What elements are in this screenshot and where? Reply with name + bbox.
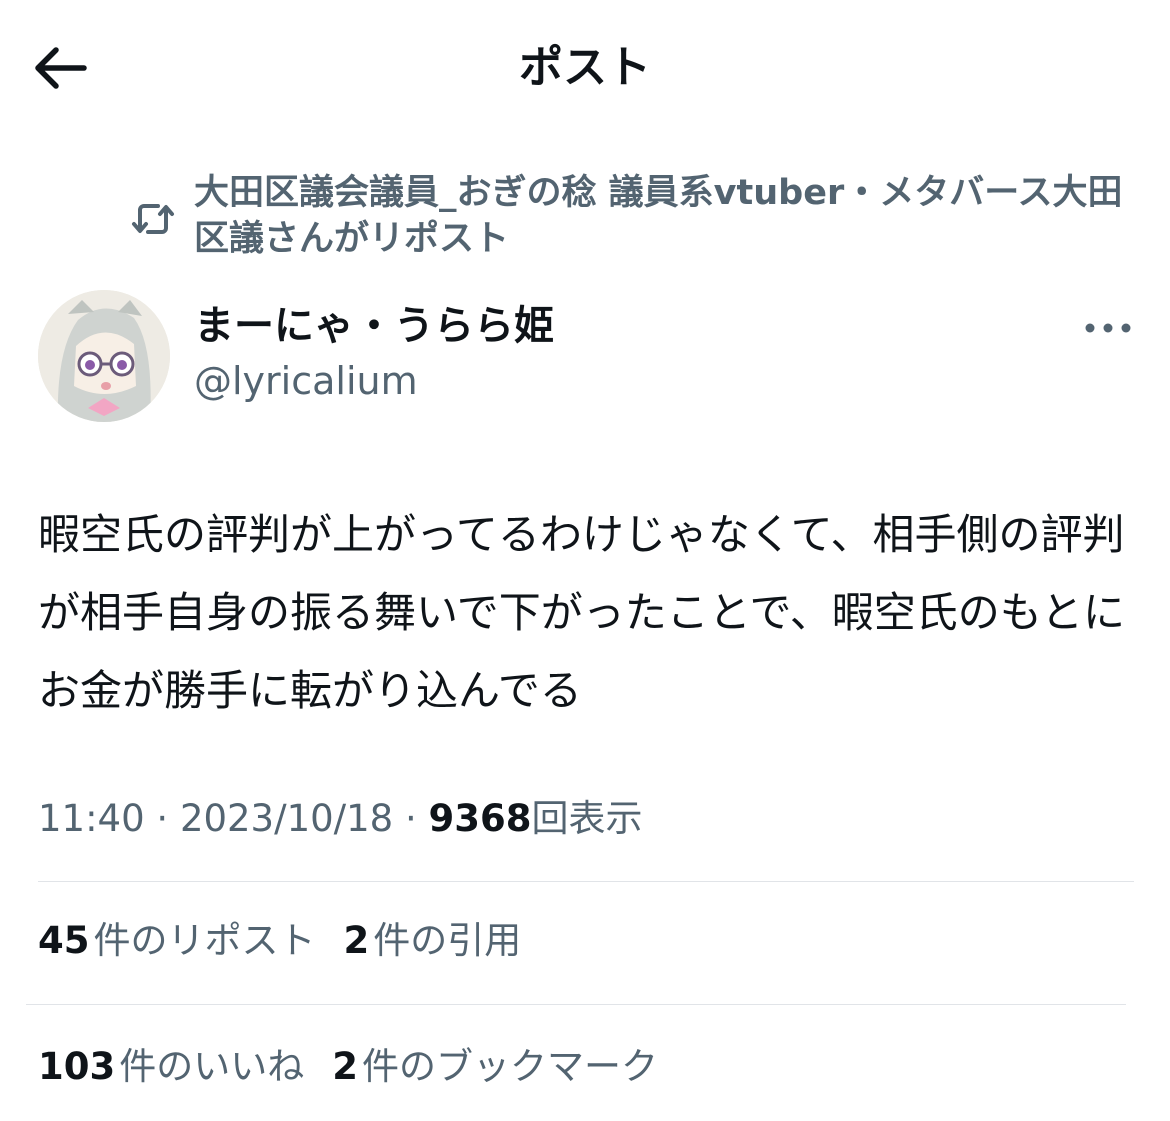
quotes-count: 2	[343, 919, 370, 962]
author-handle[interactable]: @lyricalium	[194, 356, 418, 406]
post-time[interactable]: 11:40	[38, 797, 145, 840]
reposts-count: 45	[38, 919, 90, 962]
likes-stat[interactable]: 103 件のいいね	[38, 1042, 304, 1092]
meta-separator: ·	[156, 797, 169, 840]
meta-separator: ·	[404, 797, 417, 840]
avatar[interactable]	[38, 290, 170, 422]
view-count: 9368	[428, 797, 532, 840]
bookmarks-count: 2	[332, 1045, 358, 1088]
quotes-label: 件の引用	[373, 919, 522, 962]
more-options-button[interactable]	[1080, 310, 1136, 346]
repost-icon	[132, 204, 174, 234]
top-bar: ポスト	[0, 0, 1170, 130]
divider	[26, 1004, 1126, 1005]
view-count-label: 回表示	[531, 797, 643, 840]
avatar-illustration	[38, 290, 170, 422]
likes-label: 件のいいね	[119, 1045, 305, 1088]
reposts-label: 件のリポスト	[93, 919, 316, 962]
bookmarks-stat[interactable]: 2 件のブックマーク	[332, 1042, 658, 1092]
reposts-stat[interactable]: 45 件のリポスト	[38, 916, 316, 966]
likes-count: 103	[38, 1045, 116, 1088]
repost-context-text: 大田区議会議員_おぎの稔 議員系vtuber・メタバース大田区議さんがリポスト	[194, 173, 1123, 259]
stats-row-reposts: 45 件のリポスト 2 件の引用	[38, 916, 549, 966]
divider	[38, 881, 1134, 882]
author-name[interactable]: まーにゃ・うらら姫	[194, 300, 554, 352]
post-date[interactable]: 2023/10/18	[180, 797, 393, 840]
more-horizontal-icon	[1085, 323, 1131, 333]
repost-context[interactable]: 大田区議会議員_おぎの稔 議員系vtuber・メタバース大田区議さんがリポスト	[130, 170, 1140, 266]
stats-row-likes: 103 件のいいね 2 件のブックマーク	[38, 1042, 686, 1092]
bookmarks-label: 件のブックマーク	[361, 1045, 658, 1088]
post-meta: 11:40 · 2023/10/18 · 9368回表示	[38, 794, 642, 844]
quotes-stat[interactable]: 2 件の引用	[344, 916, 522, 966]
page-title: ポスト	[519, 42, 651, 93]
post-text: 暇空氏の評判が上がってるわけじゃなくて、相手側の評判が相手自身の振る舞いで下がっ…	[38, 510, 1125, 715]
